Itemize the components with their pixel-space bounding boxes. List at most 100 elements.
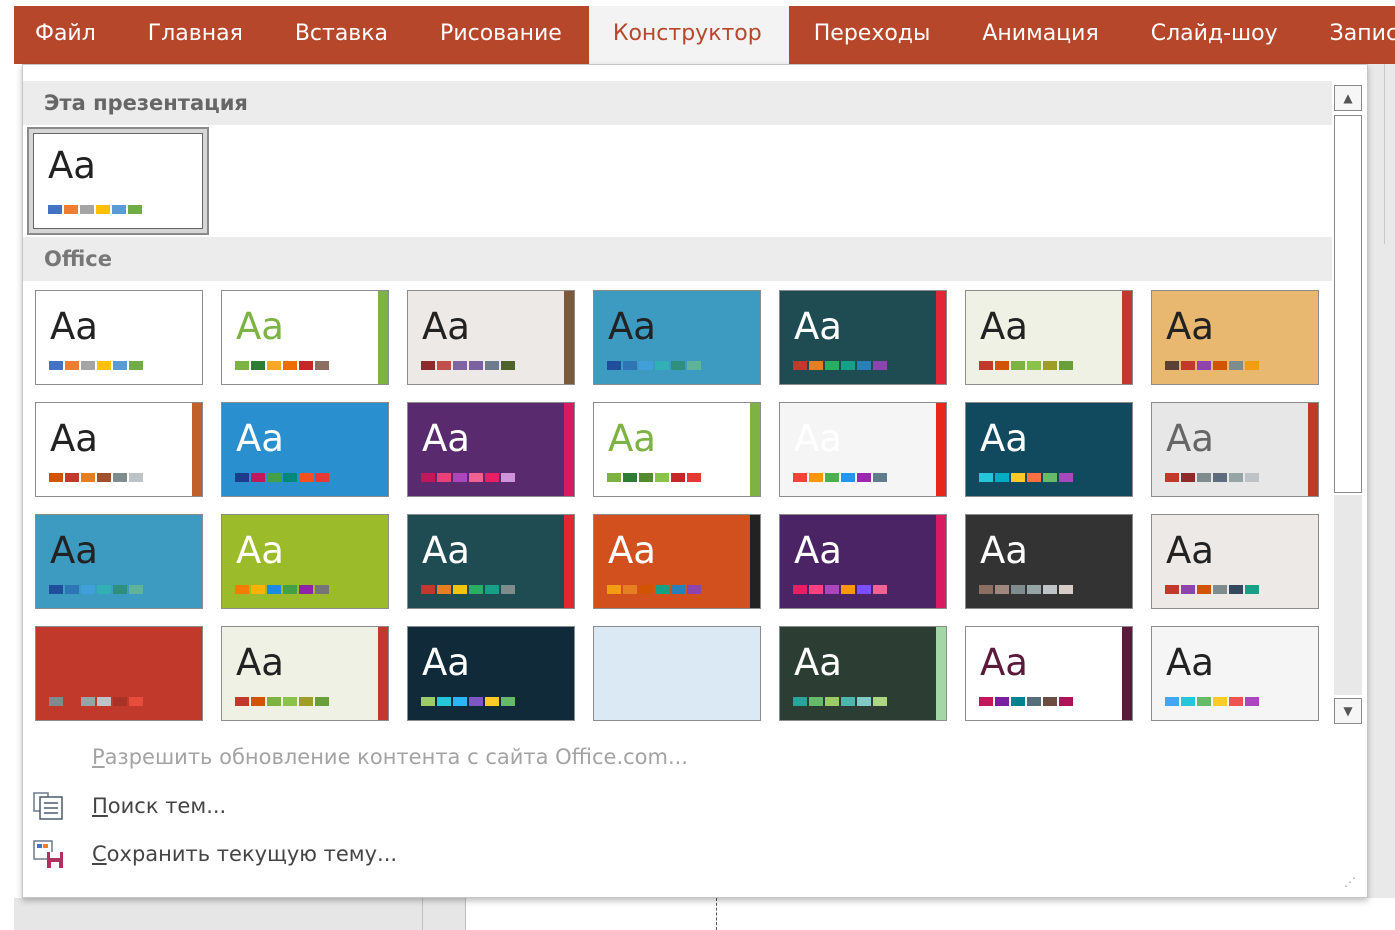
theme-thumbnail[interactable]: Aa [407, 514, 575, 609]
theme-thumbnail[interactable]: Aa [407, 290, 575, 385]
tab-5[interactable]: Переходы [789, 6, 958, 64]
ribbon-divider [1384, 64, 1385, 244]
color-swatch [1043, 585, 1057, 594]
browse-themes-command[interactable]: Поиск тем... [23, 786, 226, 826]
theme-thumbnail[interactable]: Aa [593, 290, 761, 385]
theme-thumbnail[interactable]: Aa [221, 626, 389, 721]
save-theme-icon [31, 836, 67, 872]
color-swatch [113, 697, 127, 706]
theme-thumbnail[interactable]: Aa [35, 514, 203, 609]
theme-thumbnail[interactable]: Aa [221, 402, 389, 497]
theme-thumbnail[interactable]: Aa [35, 290, 203, 385]
scroll-up-button[interactable]: ▲ [1334, 85, 1362, 111]
theme-accent-bar [378, 291, 388, 384]
theme-thumbnail[interactable]: Aa [407, 626, 575, 721]
resize-grip-icon[interactable]: ⋰ [1344, 875, 1357, 889]
save-theme-label: Сохранить текущую тему... [92, 842, 398, 866]
tab-1[interactable]: Главная [123, 6, 270, 64]
theme-glyph: Aa [422, 529, 470, 572]
theme-current[interactable]: Aa [27, 127, 209, 235]
color-swatch [469, 361, 483, 370]
tab-2[interactable]: Вставка [270, 6, 415, 64]
theme-thumbnail[interactable]: Aa [965, 290, 1133, 385]
theme-thumbnail[interactable]: Aa [1151, 514, 1319, 609]
theme-thumbnail[interactable]: Aa [779, 290, 947, 385]
color-swatch [267, 585, 281, 594]
color-swatch [1245, 473, 1259, 482]
color-swatch [1011, 361, 1025, 370]
theme-thumbnail[interactable]: Aa [779, 514, 947, 609]
scroll-down-button[interactable]: ▼ [1334, 698, 1362, 724]
theme-thumbnail[interactable]: Aa [965, 402, 1133, 497]
tab-7[interactable]: Слайд-шоу [1126, 6, 1305, 64]
gallery-scrollbar[interactable]: ▲ ▼ [1333, 83, 1365, 724]
color-swatch [857, 361, 871, 370]
theme-thumbnail[interactable]: Aa [1151, 290, 1319, 385]
theme-thumbnail[interactable]: Aa [779, 402, 947, 497]
theme-thumbnail[interactable]: Aa [35, 402, 203, 497]
chevron-down-icon: ▼ [1343, 704, 1353, 718]
color-swatch [639, 585, 653, 594]
theme-thumbnail[interactable] [593, 626, 761, 721]
theme-color-swatches [235, 473, 329, 482]
color-swatch [64, 205, 78, 214]
tab-0[interactable]: Файл [14, 6, 123, 64]
color-swatch [1059, 697, 1073, 706]
color-swatch [655, 585, 669, 594]
theme-thumbnail[interactable]: Aa [1151, 626, 1319, 721]
theme-thumbnail[interactable]: Aa [35, 626, 203, 721]
color-swatch [501, 473, 515, 482]
theme-color-swatches [421, 697, 515, 706]
theme-thumbnail[interactable]: Aa [593, 402, 761, 497]
theme-color-swatches [1165, 697, 1259, 706]
color-swatch [1011, 697, 1025, 706]
color-swatch [1027, 361, 1041, 370]
backdrop-right [1368, 64, 1395, 930]
theme-thumbnail[interactable]: Aa [221, 290, 389, 385]
color-swatch [235, 361, 249, 370]
theme-thumbnail[interactable]: Aa [779, 626, 947, 721]
color-swatch [793, 473, 807, 482]
tab-6[interactable]: Анимация [957, 6, 1125, 64]
color-swatch [421, 585, 435, 594]
theme-glyph: Aa [422, 417, 470, 460]
color-swatch [1197, 585, 1211, 594]
color-swatch [129, 697, 143, 706]
color-swatch [995, 361, 1009, 370]
color-swatch [453, 361, 467, 370]
color-swatch [48, 205, 62, 214]
theme-accent-bar [192, 403, 202, 496]
theme-accent-bar [378, 627, 388, 720]
tab-4[interactable]: Конструктор [588, 6, 789, 64]
scroll-thumb[interactable] [1334, 115, 1362, 493]
color-swatch [671, 361, 685, 370]
theme-thumbnail[interactable]: Aa [965, 626, 1133, 721]
color-swatch [607, 473, 621, 482]
scroll-track[interactable] [1334, 495, 1362, 695]
color-swatch [1229, 697, 1243, 706]
theme-thumbnail[interactable]: Aa [965, 514, 1133, 609]
color-swatch [251, 473, 265, 482]
theme-accent-bar [750, 515, 760, 608]
color-swatch [469, 585, 483, 594]
theme-thumbnail[interactable]: Aa [1151, 402, 1319, 497]
color-swatch [299, 361, 313, 370]
theme-glyph: Aa [1166, 417, 1214, 460]
theme-glyph: Aa [980, 417, 1028, 460]
save-theme-command[interactable]: Сохранить текущую тему... [23, 834, 397, 874]
color-swatch [1165, 361, 1179, 370]
theme-thumbnail[interactable]: Aa [221, 514, 389, 609]
theme-thumbnail[interactable]: Aa [407, 402, 575, 497]
theme-glyph: Aa [794, 529, 842, 572]
tab-3[interactable]: Рисование [415, 6, 589, 64]
theme-glyph: Aa [1166, 529, 1214, 572]
theme-thumbnail[interactable]: Aa [593, 514, 761, 609]
theme-color-swatches [979, 473, 1073, 482]
color-swatch [315, 697, 329, 706]
color-swatch [485, 585, 499, 594]
theme-color-swatches [49, 473, 143, 482]
color-swatch [97, 697, 111, 706]
tab-8[interactable]: Запись [1305, 6, 1395, 64]
color-swatch [1181, 585, 1195, 594]
color-swatch [469, 697, 483, 706]
